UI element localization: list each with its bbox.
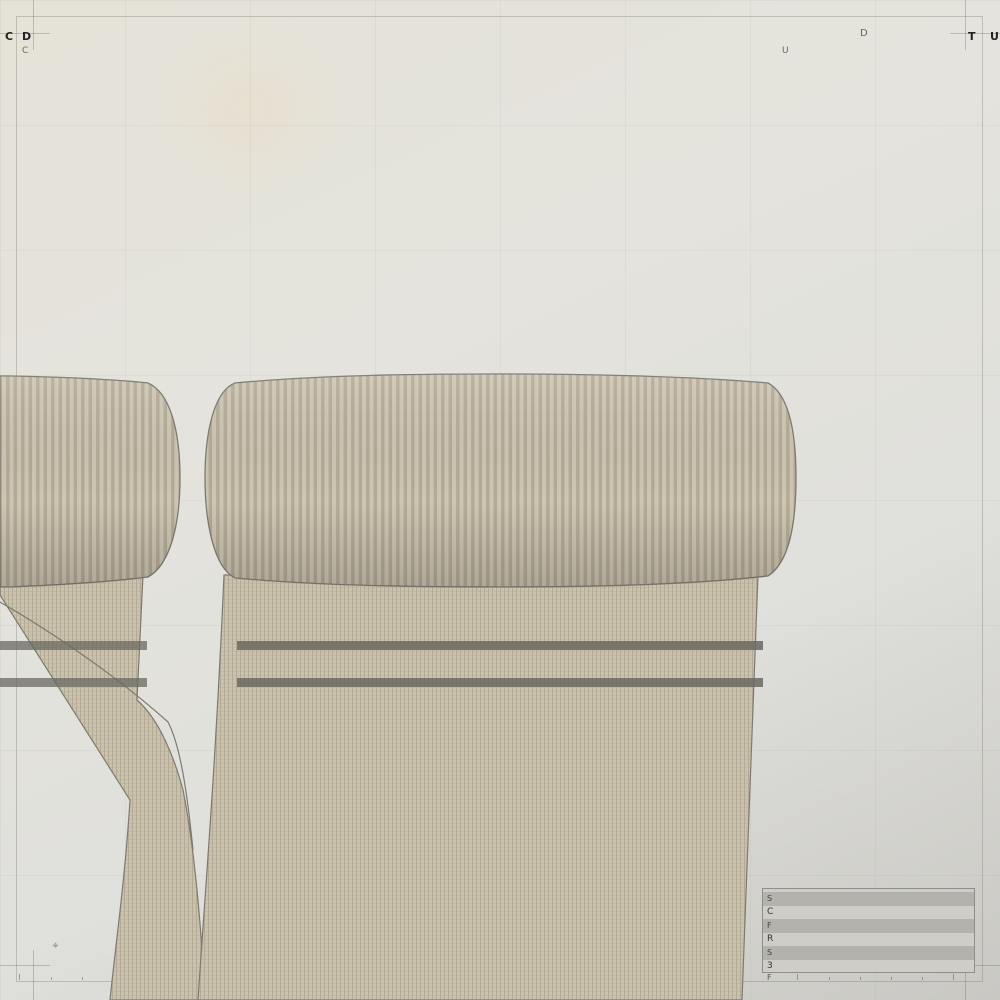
ruler-tick [860, 977, 861, 980]
legend-row: R [767, 933, 774, 944]
legend-footer: F [767, 973, 772, 982]
band-right-1 [237, 641, 763, 650]
legend-row: S [763, 892, 974, 906]
crosshair-icon: ⌖ [52, 939, 59, 952]
ruler-tick [953, 974, 954, 980]
left-leg [0, 574, 207, 1000]
right-leg [197, 574, 759, 1000]
band-left-1 [0, 641, 147, 650]
band-left-2 [0, 678, 147, 687]
garment-drawing [0, 373, 797, 1000]
ruler-tick [82, 977, 83, 980]
legend-panel: S C F R S 3 [762, 888, 975, 973]
ruler-tick [51, 977, 52, 980]
legend-row: S [763, 946, 974, 960]
ruler-tick [797, 974, 798, 980]
ruler-tick [829, 977, 830, 980]
band-right-2 [237, 678, 763, 687]
ruler-tick [891, 977, 892, 980]
right-cuff-shade [205, 374, 796, 587]
legend-row: 3 [767, 960, 773, 971]
ruler-tick [922, 977, 923, 980]
ruler-tick [19, 974, 20, 980]
left-cuff-shade [0, 376, 180, 587]
legend-row: F [763, 919, 974, 933]
legend-row: C [767, 906, 774, 917]
